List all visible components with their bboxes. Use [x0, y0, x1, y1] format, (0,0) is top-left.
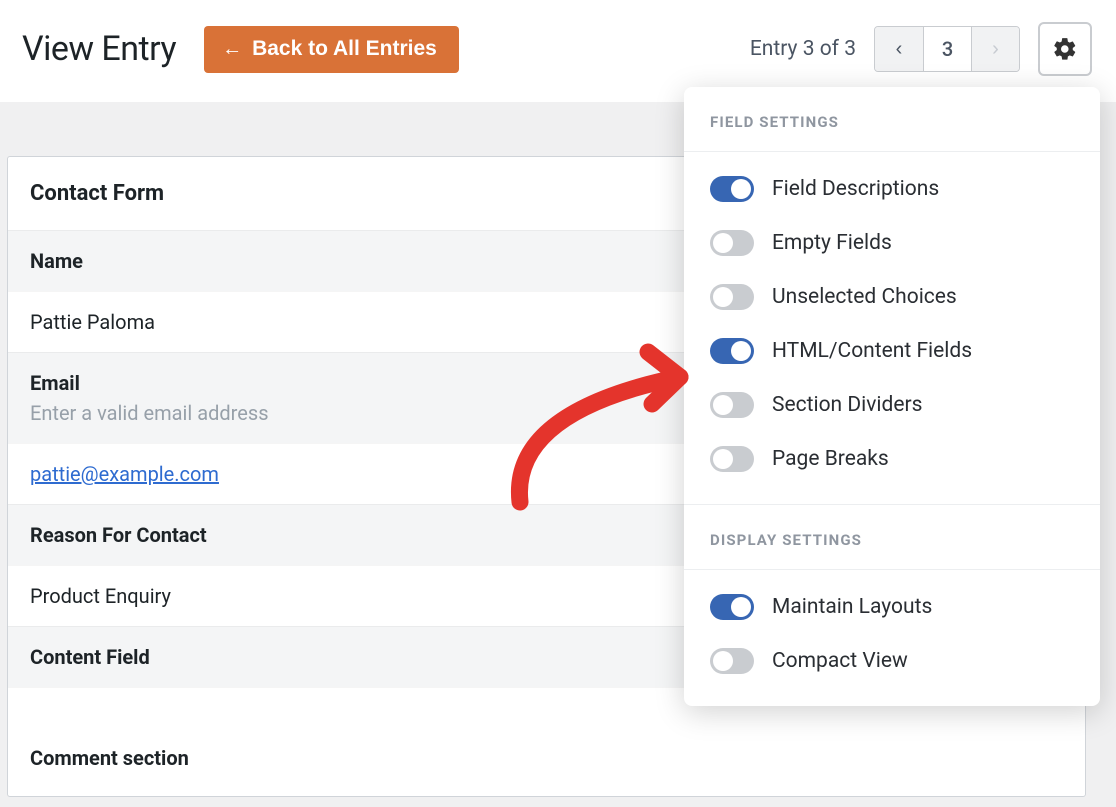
entry-counter: Entry 3 of 3 — [750, 37, 856, 61]
toggle-field-descriptions[interactable] — [710, 176, 754, 202]
content-canvas: Contact Form Name Pattie Paloma Email En… — [0, 102, 1116, 807]
settings-gear-button[interactable] — [1038, 22, 1092, 76]
toggle-section-dividers[interactable] — [710, 392, 754, 418]
toggle-label-maintain-layouts: Maintain Layouts — [772, 595, 932, 619]
field-settings-group: Field Descriptions Empty Fields Unselect… — [684, 152, 1100, 505]
toggle-label-section-dividers: Section Dividers — [772, 393, 922, 417]
toggle-row-unselected-choices: Unselected Choices — [684, 270, 1100, 324]
back-button-label: Back to All Entries — [252, 37, 437, 61]
toggle-row-page-breaks: Page Breaks — [684, 432, 1100, 486]
toggle-label-html-content: HTML/Content Fields — [772, 339, 972, 363]
chevron-right-icon: › — [992, 38, 999, 61]
toggle-maintain-layouts[interactable] — [710, 594, 754, 620]
page-title: View Entry — [22, 29, 176, 69]
toggle-page-breaks[interactable] — [710, 446, 754, 472]
toggle-row-empty-fields: Empty Fields — [684, 216, 1100, 270]
pager-current-number: 3 — [923, 27, 971, 71]
email-link[interactable]: pattie@example.com — [30, 462, 219, 486]
toggle-row-maintain-layouts: Maintain Layouts — [684, 580, 1100, 634]
toggle-label-page-breaks: Page Breaks — [772, 447, 889, 471]
toggle-label-unselected-choices: Unselected Choices — [772, 285, 957, 309]
entry-pager: ‹ 3 › — [874, 26, 1020, 72]
toggle-label-compact-view: Compact View — [772, 649, 908, 673]
toggle-compact-view[interactable] — [710, 648, 754, 674]
toggle-row-html-content: HTML/Content Fields — [684, 324, 1100, 378]
toggle-label-field-descriptions: Field Descriptions — [772, 177, 939, 201]
pager-prev-button[interactable]: ‹ — [875, 27, 923, 71]
toggle-row-section-dividers: Section Dividers — [684, 378, 1100, 432]
back-to-entries-button[interactable]: ← Back to All Entries — [204, 26, 459, 73]
toggle-empty-fields[interactable] — [710, 230, 754, 256]
display-settings-group: Maintain Layouts Compact View — [684, 570, 1100, 706]
toggle-label-empty-fields: Empty Fields — [772, 231, 892, 255]
field-settings-heading: FIELD SETTINGS — [684, 87, 1100, 152]
chevron-left-icon: ‹ — [896, 38, 903, 61]
field-header-comment: Comment section — [8, 724, 1085, 796]
settings-panel: FIELD SETTINGS Field Descriptions Empty … — [684, 87, 1100, 706]
arrow-left-icon: ← — [222, 39, 242, 59]
toggle-row-field-descriptions: Field Descriptions — [684, 162, 1100, 216]
gear-icon — [1052, 36, 1078, 62]
toggle-row-compact-view: Compact View — [684, 634, 1100, 688]
top-right-controls: Entry 3 of 3 ‹ 3 › — [750, 22, 1092, 76]
toggle-html-content-fields[interactable] — [710, 338, 754, 364]
display-settings-heading: DISPLAY SETTINGS — [684, 505, 1100, 570]
pager-next-button: › — [971, 27, 1019, 71]
toggle-unselected-choices[interactable] — [710, 284, 754, 310]
